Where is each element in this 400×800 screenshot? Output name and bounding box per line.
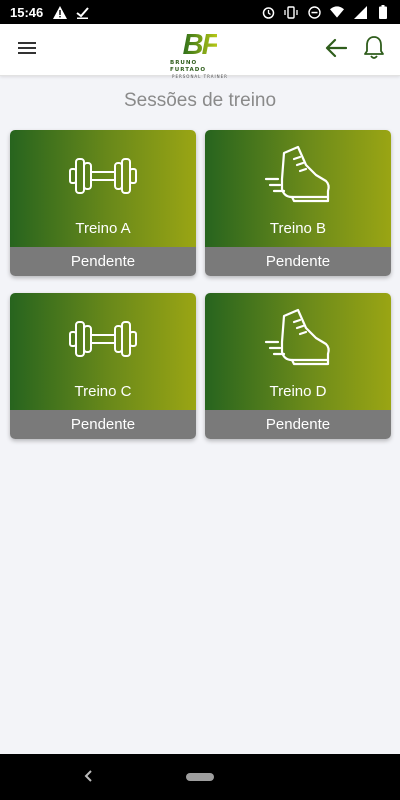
card-title: Treino A [75,220,131,237]
session-card-b[interactable]: Treino B Pendente [205,130,391,276]
back-button[interactable] [323,38,349,62]
status-badge: Pendente [205,410,391,439]
dnd-icon [307,5,321,19]
bell-icon [363,35,385,65]
card-header: Treino B [205,130,391,247]
system-back-button[interactable] [78,766,98,788]
dumbbell-icon [63,144,143,208]
card-title: Treino B [269,220,327,237]
card-title: Treino C [74,383,132,400]
card-header: Treino D [205,293,391,410]
running-shoe-icon [258,144,338,208]
arrow-left-icon [325,38,348,62]
card-title: Treino D [269,383,327,400]
alarm-icon [261,5,275,19]
status-badge: Pendente [10,410,196,439]
notifications-button[interactable] [361,36,387,64]
vibrate-icon [284,5,298,19]
card-header: Treino C [10,293,196,410]
app-header: BF BRUNO FURTADO PERSONAL TRAINER [0,24,400,79]
battery-icon [376,5,390,19]
status-right-icons [261,5,390,19]
status-bar: 15:46 [0,0,400,24]
logo-subtitle: PERSONAL TRAINER [172,74,228,79]
alert-icon [53,5,68,19]
chevron-left-icon [83,768,93,787]
brand-logo: BF BRUNO FURTADO PERSONAL TRAINER [170,29,230,79]
page-title: Sessões de treino [123,90,277,111]
session-card-a[interactable]: Treino A Pendente [10,130,196,276]
card-header: Treino A [10,130,196,247]
dumbbell-icon [63,307,143,371]
status-time: 15:46 [10,4,44,20]
system-home-button[interactable] [186,773,214,781]
status-badge: Pendente [10,247,196,276]
logo-mark: BF [182,29,220,61]
logo-name: BRUNO FURTADO [170,60,207,73]
wifi-icon [330,5,344,19]
check-icon [75,5,89,19]
running-shoe-icon [258,307,338,371]
session-card-c[interactable]: Treino C Pendente [10,293,196,439]
hamburger-menu-icon [17,40,37,60]
session-card-d[interactable]: Treino D Pendente [205,293,391,439]
status-badge: Pendente [205,247,391,276]
signal-icon [353,5,367,19]
status-left-icons [53,5,89,19]
system-nav-bar [0,754,400,800]
menu-button[interactable] [14,38,40,62]
